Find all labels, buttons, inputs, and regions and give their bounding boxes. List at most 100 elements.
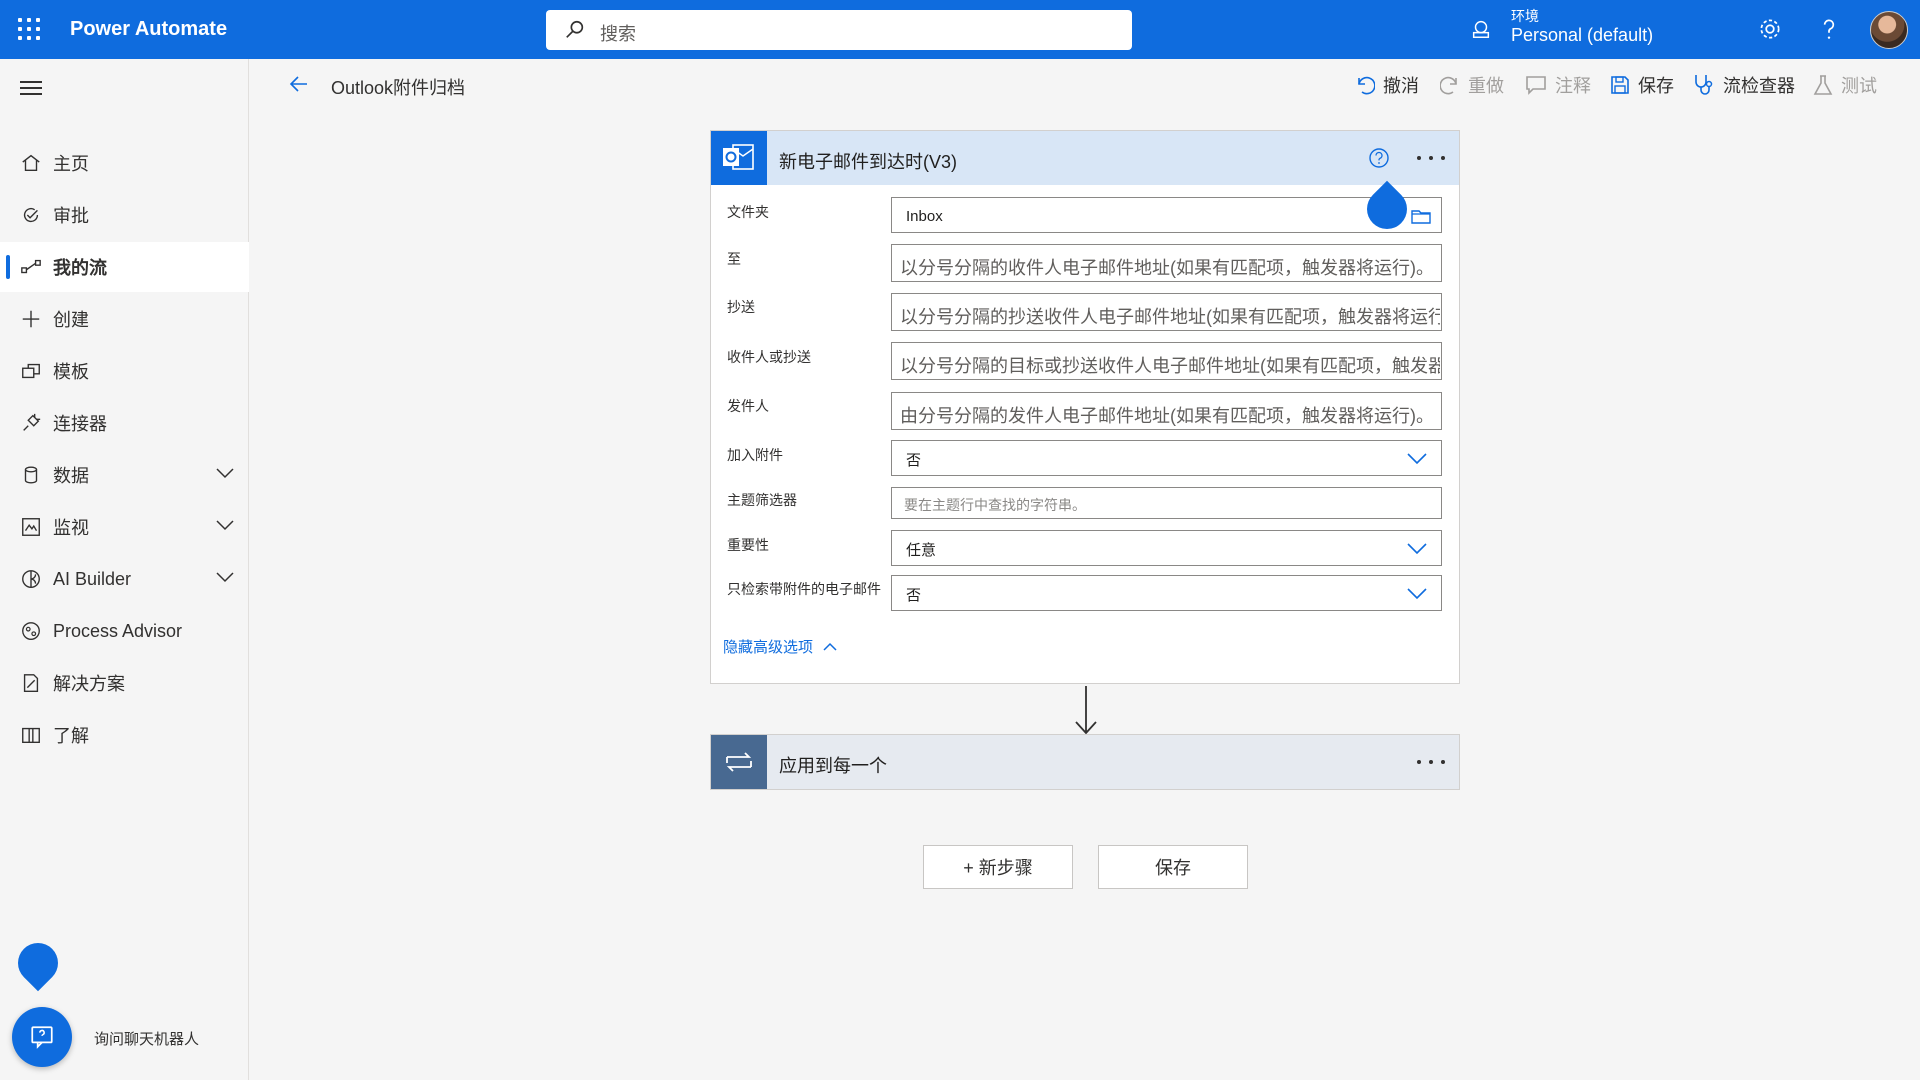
- sidebar-item-solutions[interactable]: 解决方案: [0, 658, 249, 708]
- sidebar-item-label: 连接器: [53, 414, 107, 434]
- chevron-down-icon[interactable]: [216, 571, 234, 583]
- environment-icon[interactable]: [1470, 18, 1492, 40]
- help-icon[interactable]: [1816, 16, 1842, 42]
- to-or-cc-field[interactable]: 以分号分隔的目标或抄送收件人电子邮件地址(如果有匹配项，触发器将运行)。: [891, 342, 1442, 380]
- app-title[interactable]: Power Automate: [70, 18, 227, 41]
- search-icon: [566, 20, 584, 38]
- connector-arrow-icon: [1075, 686, 1097, 735]
- folder-label: 文件夹: [727, 204, 769, 220]
- sidebar-item-create[interactable]: 创建: [0, 294, 249, 344]
- hide-advanced-options-link[interactable]: 隐藏高级选项: [723, 636, 837, 657]
- solutions-icon: [23, 674, 39, 692]
- cc-label: 抄送: [727, 299, 755, 315]
- more-options-icon[interactable]: [1417, 156, 1445, 162]
- plus-icon: [22, 310, 40, 328]
- sidebar-item-my-flows[interactable]: 我的流: [0, 242, 249, 292]
- apply-to-each-title: 应用到每一个: [779, 756, 887, 776]
- sidebar-item-label: 监视: [53, 518, 89, 538]
- approvals-icon: [23, 207, 39, 223]
- sidebar-item-process-advisor[interactable]: Process Advisor: [0, 606, 249, 656]
- search-input[interactable]: 搜索: [600, 20, 636, 46]
- chevron-down-icon: [1407, 543, 1427, 555]
- sidebar-item-label: 主页: [53, 154, 89, 174]
- save-icon: [1611, 76, 1629, 94]
- settings-gear-icon[interactable]: [1757, 16, 1783, 42]
- outlook-icon: [711, 131, 767, 185]
- chatbot-icon: [31, 1026, 53, 1049]
- chatbot-label[interactable]: 询问聊天机器人: [94, 1028, 199, 1049]
- chevron-up-icon: [823, 642, 837, 651]
- undo-icon: [1358, 76, 1375, 95]
- stethoscope-icon: [1695, 75, 1713, 95]
- process-advisor-icon: [22, 622, 40, 640]
- save-button[interactable]: 保存: [1098, 845, 1248, 889]
- redo-button[interactable]: 重做: [1440, 72, 1504, 98]
- to-field[interactable]: 以分号分隔的收件人电子邮件地址(如果有匹配项，触发器将运行)。: [891, 244, 1442, 282]
- folder-field[interactable]: Inbox: [891, 197, 1442, 233]
- test-button[interactable]: 测试: [1813, 72, 1877, 98]
- chevron-down-icon[interactable]: [216, 467, 234, 479]
- folder-picker-icon[interactable]: [1411, 208, 1431, 224]
- new-step-button[interactable]: + 新步骤: [923, 845, 1073, 889]
- comment-icon: [1526, 76, 1546, 95]
- sidebar-item-label: 我的流: [53, 258, 107, 278]
- sidebar-item-templates[interactable]: 模板: [0, 346, 249, 396]
- only-with-attachments-dropdown[interactable]: 否: [891, 575, 1442, 611]
- chevron-down-icon: [1407, 453, 1427, 465]
- undo-button[interactable]: 撤消: [1355, 72, 1419, 98]
- connector-icon: [23, 413, 41, 431]
- trigger-title: 新电子邮件到达时(V3): [779, 152, 958, 172]
- sidebar-item-label: 数据: [53, 466, 89, 486]
- sidebar: 主页 审批 我的流 创建 模板 连接器 数据 监视 AI Builder Pro…: [0, 59, 249, 1080]
- apply-to-each-header[interactable]: 应用到每一个: [711, 735, 1459, 789]
- sidebar-item-approvals[interactable]: 审批: [0, 190, 249, 240]
- top-bar: Power Automate 搜索 环境 Personal (default): [0, 0, 1920, 59]
- chevron-down-icon: [1407, 588, 1427, 600]
- sidebar-item-data[interactable]: 数据: [0, 450, 249, 500]
- sidebar-item-label: 了解: [53, 726, 89, 746]
- save-toolbar-button[interactable]: 保存: [1610, 72, 1674, 98]
- environment-value[interactable]: Personal (default): [1511, 25, 1653, 46]
- sidebar-item-learn[interactable]: 了解: [0, 710, 249, 760]
- flow-title: Outlook附件归档: [331, 78, 466, 98]
- sidebar-item-label: 模板: [53, 362, 89, 382]
- test-flask-icon: [1813, 75, 1833, 95]
- to-label: 至: [727, 251, 741, 267]
- environment-label: 环境: [1511, 8, 1539, 24]
- sidebar-item-ai-builder[interactable]: AI Builder: [0, 554, 249, 604]
- loop-icon: [711, 735, 767, 789]
- search-box[interactable]: 搜索: [546, 10, 1132, 50]
- more-options-icon[interactable]: [1417, 760, 1445, 766]
- apply-to-each-card[interactable]: 应用到每一个: [710, 734, 1460, 790]
- include-attachments-label: 加入附件: [727, 447, 783, 463]
- sidebar-item-home[interactable]: 主页: [0, 138, 249, 188]
- from-label: 发件人: [727, 398, 769, 414]
- redo-icon: [1440, 76, 1457, 95]
- database-icon: [24, 466, 38, 484]
- sidebar-item-label: 审批: [53, 206, 89, 226]
- ai-builder-icon: [22, 570, 40, 588]
- template-icon: [22, 363, 40, 379]
- importance-label: 重要性: [727, 537, 769, 553]
- chevron-down-icon[interactable]: [216, 519, 234, 531]
- user-avatar[interactable]: [1870, 11, 1908, 49]
- trigger-card: 新电子邮件到达时(V3) 文件夹 Inbox 至 以分号分隔的收件人电子邮件地址…: [710, 130, 1460, 684]
- sidebar-item-label: Process Advisor: [53, 620, 183, 641]
- cc-field[interactable]: 以分号分隔的抄送收件人电子邮件地址(如果有匹配项，触发器将运行)。: [891, 293, 1442, 331]
- app-launcher-icon[interactable]: [18, 18, 40, 40]
- from-field[interactable]: 由分号分隔的发件人电子邮件地址(如果有匹配项，触发器将运行)。: [891, 392, 1442, 430]
- importance-dropdown[interactable]: 任意: [891, 530, 1442, 566]
- chatbot-button[interactable]: [12, 1007, 72, 1067]
- help-circle-icon[interactable]: [1368, 147, 1390, 169]
- book-icon: [22, 727, 40, 744]
- sidebar-item-monitor[interactable]: 监视: [0, 502, 249, 552]
- flow-checker-button[interactable]: 流检查器: [1693, 72, 1795, 98]
- sidebar-item-connectors[interactable]: 连接器: [0, 398, 249, 448]
- trigger-card-header[interactable]: 新电子邮件到达时(V3): [711, 131, 1459, 185]
- comment-button[interactable]: 注释: [1525, 72, 1591, 98]
- hamburger-menu-icon[interactable]: [20, 81, 42, 97]
- back-arrow-icon[interactable]: [287, 72, 311, 96]
- subject-filter-field[interactable]: 要在主题行中查找的字符串。: [891, 487, 1442, 519]
- subject-filter-label: 主题筛选器: [727, 492, 797, 508]
- include-attachments-dropdown[interactable]: 否: [891, 440, 1442, 476]
